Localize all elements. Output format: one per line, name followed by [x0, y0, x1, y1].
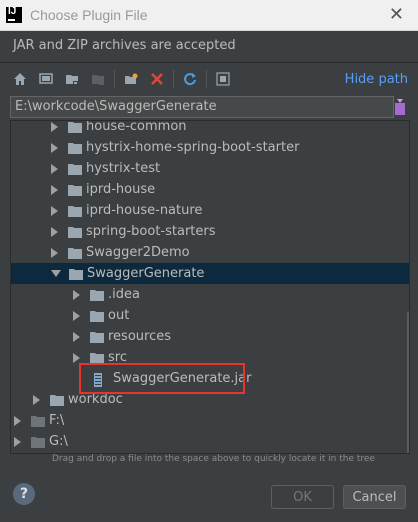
tree-item[interactable]: resources: [11, 326, 409, 347]
folder-icon: [69, 268, 83, 280]
tree-item-label: workdoc: [68, 392, 123, 407]
tree-item-label: F:\: [49, 413, 65, 428]
expand-arrow-icon[interactable]: [51, 163, 58, 174]
expand-arrow-icon[interactable]: [73, 289, 80, 300]
folder-icon: [90, 289, 104, 301]
collapse-arrow-icon[interactable]: [51, 270, 61, 277]
drive-icon: [31, 436, 45, 448]
expand-arrow-icon[interactable]: [73, 310, 80, 321]
folder-icon: [90, 310, 104, 322]
tree-item-label: G:\: [49, 434, 68, 449]
folder-icon: [68, 205, 82, 217]
divider: [0, 62, 418, 63]
hide-path-link[interactable]: Hide path: [345, 72, 408, 87]
refresh-icon[interactable]: [180, 69, 200, 89]
tree-item-label: Swagger2Demo: [86, 245, 190, 260]
tree-item-label: iprd-house-nature: [86, 203, 203, 218]
close-icon[interactable]: ✕: [389, 5, 404, 23]
tree-item[interactable]: hystrix-test: [11, 158, 409, 179]
tree-item[interactable]: Swagger2Demo: [11, 242, 409, 263]
expand-arrow-icon[interactable]: [51, 226, 58, 237]
ok-button[interactable]: OK: [271, 485, 334, 509]
expand-arrow-icon[interactable]: [73, 352, 80, 363]
tree-item-label: .idea: [108, 287, 140, 302]
tree-item-label: src: [108, 350, 127, 365]
toolbar-separator: [114, 70, 115, 88]
desktop-icon[interactable]: [36, 69, 56, 89]
path-input[interactable]: E:\workcode\SwaggerGenerate: [10, 96, 394, 118]
tree-item-label: resources: [108, 329, 172, 344]
tree-item[interactable]: out: [11, 305, 409, 326]
project-icon[interactable]: [62, 69, 82, 89]
folder-icon: [90, 331, 104, 343]
cancel-button[interactable]: Cancel: [343, 485, 406, 509]
tree-item[interactable]: .idea: [11, 284, 409, 305]
expand-arrow-icon[interactable]: [14, 436, 21, 447]
expand-arrow-icon[interactable]: [33, 394, 40, 405]
expand-arrow-icon[interactable]: [51, 247, 58, 258]
tree-item-label: iprd-house: [86, 182, 156, 197]
help-icon[interactable]: ?: [13, 483, 35, 505]
intellij-logo-icon: IJ: [6, 6, 22, 23]
folder-icon: [68, 184, 82, 196]
tree-item-label: spring-boot-starters: [86, 224, 216, 239]
tree-item-label: hystrix-test: [86, 161, 161, 176]
new-folder-icon[interactable]: [121, 69, 141, 89]
tree-item[interactable]: workdoc: [11, 389, 409, 410]
home-icon[interactable]: [10, 69, 30, 89]
tree-item-label: out: [108, 308, 130, 323]
folder-icon: [68, 226, 82, 238]
expand-arrow-icon[interactable]: [51, 121, 58, 132]
tree-item-label: hystrix-home-spring-boot-starter: [86, 140, 300, 155]
delete-icon[interactable]: [147, 69, 167, 89]
expand-arrow-icon[interactable]: [51, 142, 58, 153]
tree-item-label: SwaggerGenerate.jar: [113, 371, 252, 386]
tree-item-label: house-common: [86, 120, 187, 134]
tree-item[interactable]: hystrix-home-spring-boot-starter: [11, 137, 409, 158]
toolbar-separator: [206, 70, 207, 88]
module-icon[interactable]: [88, 69, 108, 89]
folder-icon: [68, 121, 82, 133]
tree-item[interactable]: spring-boot-starters: [11, 221, 409, 242]
path-history-icon[interactable]: [393, 97, 407, 117]
tree-item[interactable]: house-common: [11, 120, 409, 137]
tree-item[interactable]: G:\: [11, 431, 409, 452]
folder-icon: [68, 142, 82, 154]
tree-item-label: SwaggerGenerate: [87, 266, 205, 281]
tree-item-jar[interactable]: SwaggerGenerate.jar: [11, 368, 409, 389]
jar-file-icon: [93, 372, 107, 387]
expand-arrow-icon[interactable]: [51, 205, 58, 216]
tree-scrollbar[interactable]: [407, 311, 409, 453]
tree-item-selected[interactable]: SwaggerGenerate: [11, 263, 409, 284]
folder-icon: [68, 247, 82, 259]
show-hidden-icon[interactable]: [213, 69, 233, 89]
toolbar-separator: [173, 70, 174, 88]
tree-item[interactable]: iprd-house: [11, 179, 409, 200]
expand-arrow-icon[interactable]: [51, 184, 58, 195]
expand-arrow-icon[interactable]: [73, 331, 80, 342]
drag-drop-hint: Drag and drop a file into the space abov…: [52, 454, 375, 464]
dialog-description: JAR and ZIP archives are accepted: [13, 38, 236, 53]
tree-item[interactable]: src: [11, 347, 409, 368]
folder-icon: [90, 352, 104, 364]
folder-icon: [68, 163, 82, 175]
tree-item[interactable]: F:\: [11, 410, 409, 431]
drive-icon: [31, 415, 45, 427]
expand-arrow-icon[interactable]: [14, 415, 21, 426]
folder-icon: [50, 394, 64, 406]
tree-item[interactable]: iprd-house-nature: [11, 200, 409, 221]
file-tree[interactable]: house-common hystrix-home-spring-boot-st…: [10, 120, 410, 454]
window-title: Choose Plugin File: [30, 7, 148, 23]
title-bar: IJ Choose Plugin File ✕: [0, 0, 418, 31]
